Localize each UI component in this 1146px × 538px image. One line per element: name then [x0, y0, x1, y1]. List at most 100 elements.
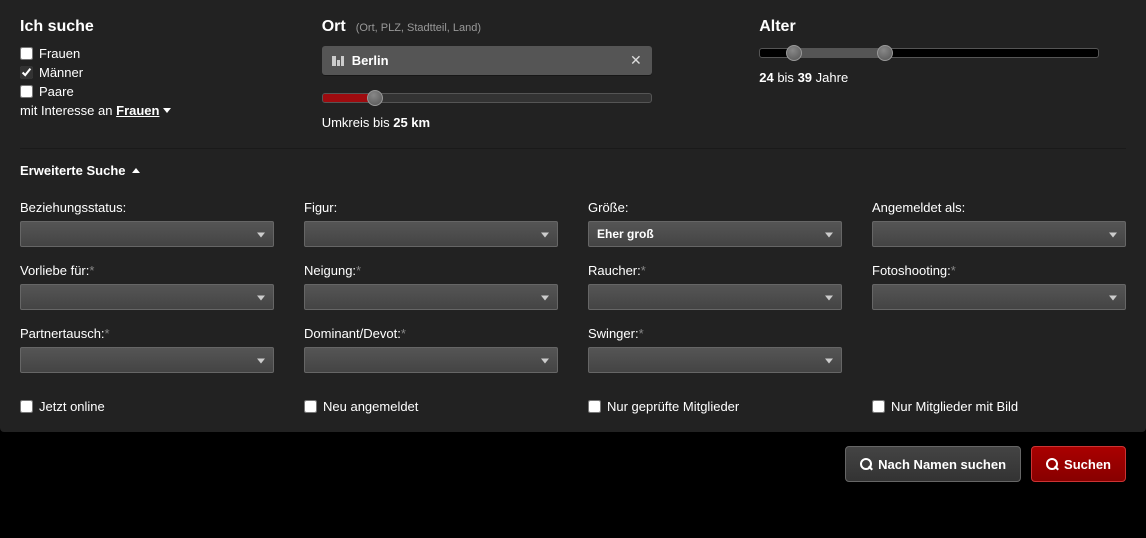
name-search-label: Nach Namen suchen — [878, 457, 1006, 472]
age-slider[interactable]: 24 bis 39 Jahre — [759, 48, 1099, 85]
search-for-heading: Ich suche — [20, 18, 292, 36]
field-label: Fotoshooting:* — [872, 263, 1126, 278]
search-for-checkbox[interactable] — [20, 85, 33, 98]
filter-checkbox-row[interactable]: Nur geprüfte Mitglieder — [588, 399, 842, 414]
radius-label: Umkreis bis 25 km — [322, 115, 652, 130]
remove-location-icon[interactable]: ✕ — [630, 52, 642, 69]
advanced-field: Partnertausch:* — [20, 326, 274, 373]
filter-checkbox[interactable] — [304, 400, 317, 413]
advanced-field: Figur: — [304, 200, 558, 247]
search-for-option[interactable]: Paare — [20, 84, 292, 99]
age-label: 24 bis 39 Jahre — [759, 70, 1099, 85]
advanced-field: Vorliebe für:* — [20, 263, 274, 310]
advanced-checks-row: Jetzt online Neu angemeldet Nur geprüfte M… — [20, 395, 1126, 418]
advanced-field: Neigung:* — [304, 263, 558, 310]
radius-slider[interactable]: Umkreis bis 25 km — [322, 93, 652, 130]
filter-checkbox-row[interactable]: Nur Mitglieder mit Bild — [872, 399, 1126, 414]
chevron-up-icon — [132, 168, 140, 173]
radius-track — [322, 93, 652, 103]
age-range-fill — [794, 49, 885, 57]
filter-label: Nur Mitglieder mit Bild — [891, 399, 1018, 414]
footer-buttons: Nach Namen suchen Suchen — [0, 432, 1146, 482]
search-icon — [860, 458, 872, 470]
asterisk: * — [951, 263, 956, 278]
age-sep: bis — [777, 70, 794, 85]
filter-checkbox[interactable] — [20, 400, 33, 413]
field-label: Größe: — [588, 200, 842, 215]
field-select[interactable] — [20, 221, 274, 247]
field-select[interactable] — [872, 221, 1126, 247]
filter-checkbox[interactable] — [588, 400, 601, 413]
field-label: Dominant/Devot:* — [304, 326, 558, 341]
radius-value: 25 km — [393, 115, 430, 130]
filter-label: Jetzt online — [39, 399, 105, 414]
age-column: Alter 24 bis 39 Jahre — [759, 18, 1126, 130]
search-for-checkbox[interactable] — [20, 47, 33, 60]
advanced-field: Swinger:* — [588, 326, 842, 373]
asterisk: * — [356, 263, 361, 278]
field-select[interactable] — [588, 347, 842, 373]
interest-dropdown[interactable]: Frauen — [116, 103, 171, 118]
filter-checkbox-row[interactable]: Neu angemeldet — [304, 399, 558, 414]
search-label: Suchen — [1064, 457, 1111, 472]
search-for-option[interactable]: Männer — [20, 65, 292, 80]
field-select[interactable] — [872, 284, 1126, 310]
age-track — [759, 48, 1099, 58]
field-select[interactable]: Eher groß — [588, 221, 842, 247]
field-label: Vorliebe für:* — [20, 263, 274, 278]
field-select[interactable] — [588, 284, 842, 310]
chevron-down-icon — [163, 108, 171, 113]
field-label: Raucher:* — [588, 263, 842, 278]
filter-checkbox[interactable] — [872, 400, 885, 413]
asterisk: * — [639, 326, 644, 341]
asterisk: * — [641, 263, 646, 278]
advanced-field: Dominant/Devot:* — [304, 326, 558, 373]
filter-checkbox-row[interactable]: Jetzt online — [20, 399, 274, 414]
search-for-column: Ich suche Frauen Männer Paare mit Interess… — [20, 18, 292, 130]
field-select[interactable] — [304, 284, 558, 310]
search-for-label: Männer — [39, 65, 83, 80]
search-panel: Ich suche Frauen Männer Paare mit Interess… — [0, 0, 1146, 432]
location-tag-name: Berlin — [352, 53, 622, 68]
age-heading: Alter — [759, 18, 1126, 36]
field-select[interactable] — [304, 221, 558, 247]
search-for-label: Paare — [39, 84, 74, 99]
field-select[interactable] — [20, 347, 274, 373]
advanced-toggle[interactable]: Erweiterte Suche — [20, 163, 140, 178]
top-row: Ich suche Frauen Männer Paare mit Interess… — [20, 18, 1126, 149]
filter-label: Neu angemeldet — [323, 399, 418, 414]
filter-label: Nur geprüfte Mitglieder — [607, 399, 739, 414]
field-select[interactable] — [20, 284, 274, 310]
age-thumb-from[interactable] — [786, 45, 802, 61]
search-icon — [1046, 458, 1058, 470]
search-for-label: Frauen — [39, 46, 80, 61]
interest-prefix: mit Interesse an — [20, 103, 113, 118]
location-column: Ort (Ort, PLZ, Stadtteil, Land) Berlin ✕… — [322, 18, 730, 130]
city-icon — [332, 56, 344, 66]
field-label: Beziehungsstatus: — [20, 200, 274, 215]
search-button[interactable]: Suchen — [1031, 446, 1126, 482]
location-tag[interactable]: Berlin ✕ — [322, 46, 652, 75]
search-for-option[interactable]: Frauen — [20, 46, 292, 61]
location-heading-text: Ort — [322, 18, 346, 36]
location-hint: (Ort, PLZ, Stadtteil, Land) — [356, 22, 481, 34]
age-to: 39 — [798, 70, 812, 85]
radius-prefix: Umkreis bis — [322, 115, 390, 130]
advanced-field: Raucher:* — [588, 263, 842, 310]
radius-thumb[interactable] — [367, 90, 383, 106]
advanced-field: Fotoshooting:* — [872, 263, 1126, 310]
name-search-button[interactable]: Nach Namen suchen — [845, 446, 1021, 482]
age-from: 24 — [759, 70, 773, 85]
asterisk: * — [89, 263, 94, 278]
advanced-grid: Beziehungsstatus: Figur: Größe: Eher groß An… — [20, 200, 1126, 373]
age-thumb-to[interactable] — [877, 45, 893, 61]
search-for-checkbox[interactable] — [20, 66, 33, 79]
interest-value: Frauen — [116, 103, 159, 118]
asterisk: * — [401, 326, 406, 341]
advanced-field: Angemeldet als: — [872, 200, 1126, 247]
field-label: Angemeldet als: — [872, 200, 1126, 215]
advanced-field: Größe: Eher groß — [588, 200, 842, 247]
field-label: Partnertausch:* — [20, 326, 274, 341]
field-select[interactable] — [304, 347, 558, 373]
field-label: Swinger:* — [588, 326, 842, 341]
